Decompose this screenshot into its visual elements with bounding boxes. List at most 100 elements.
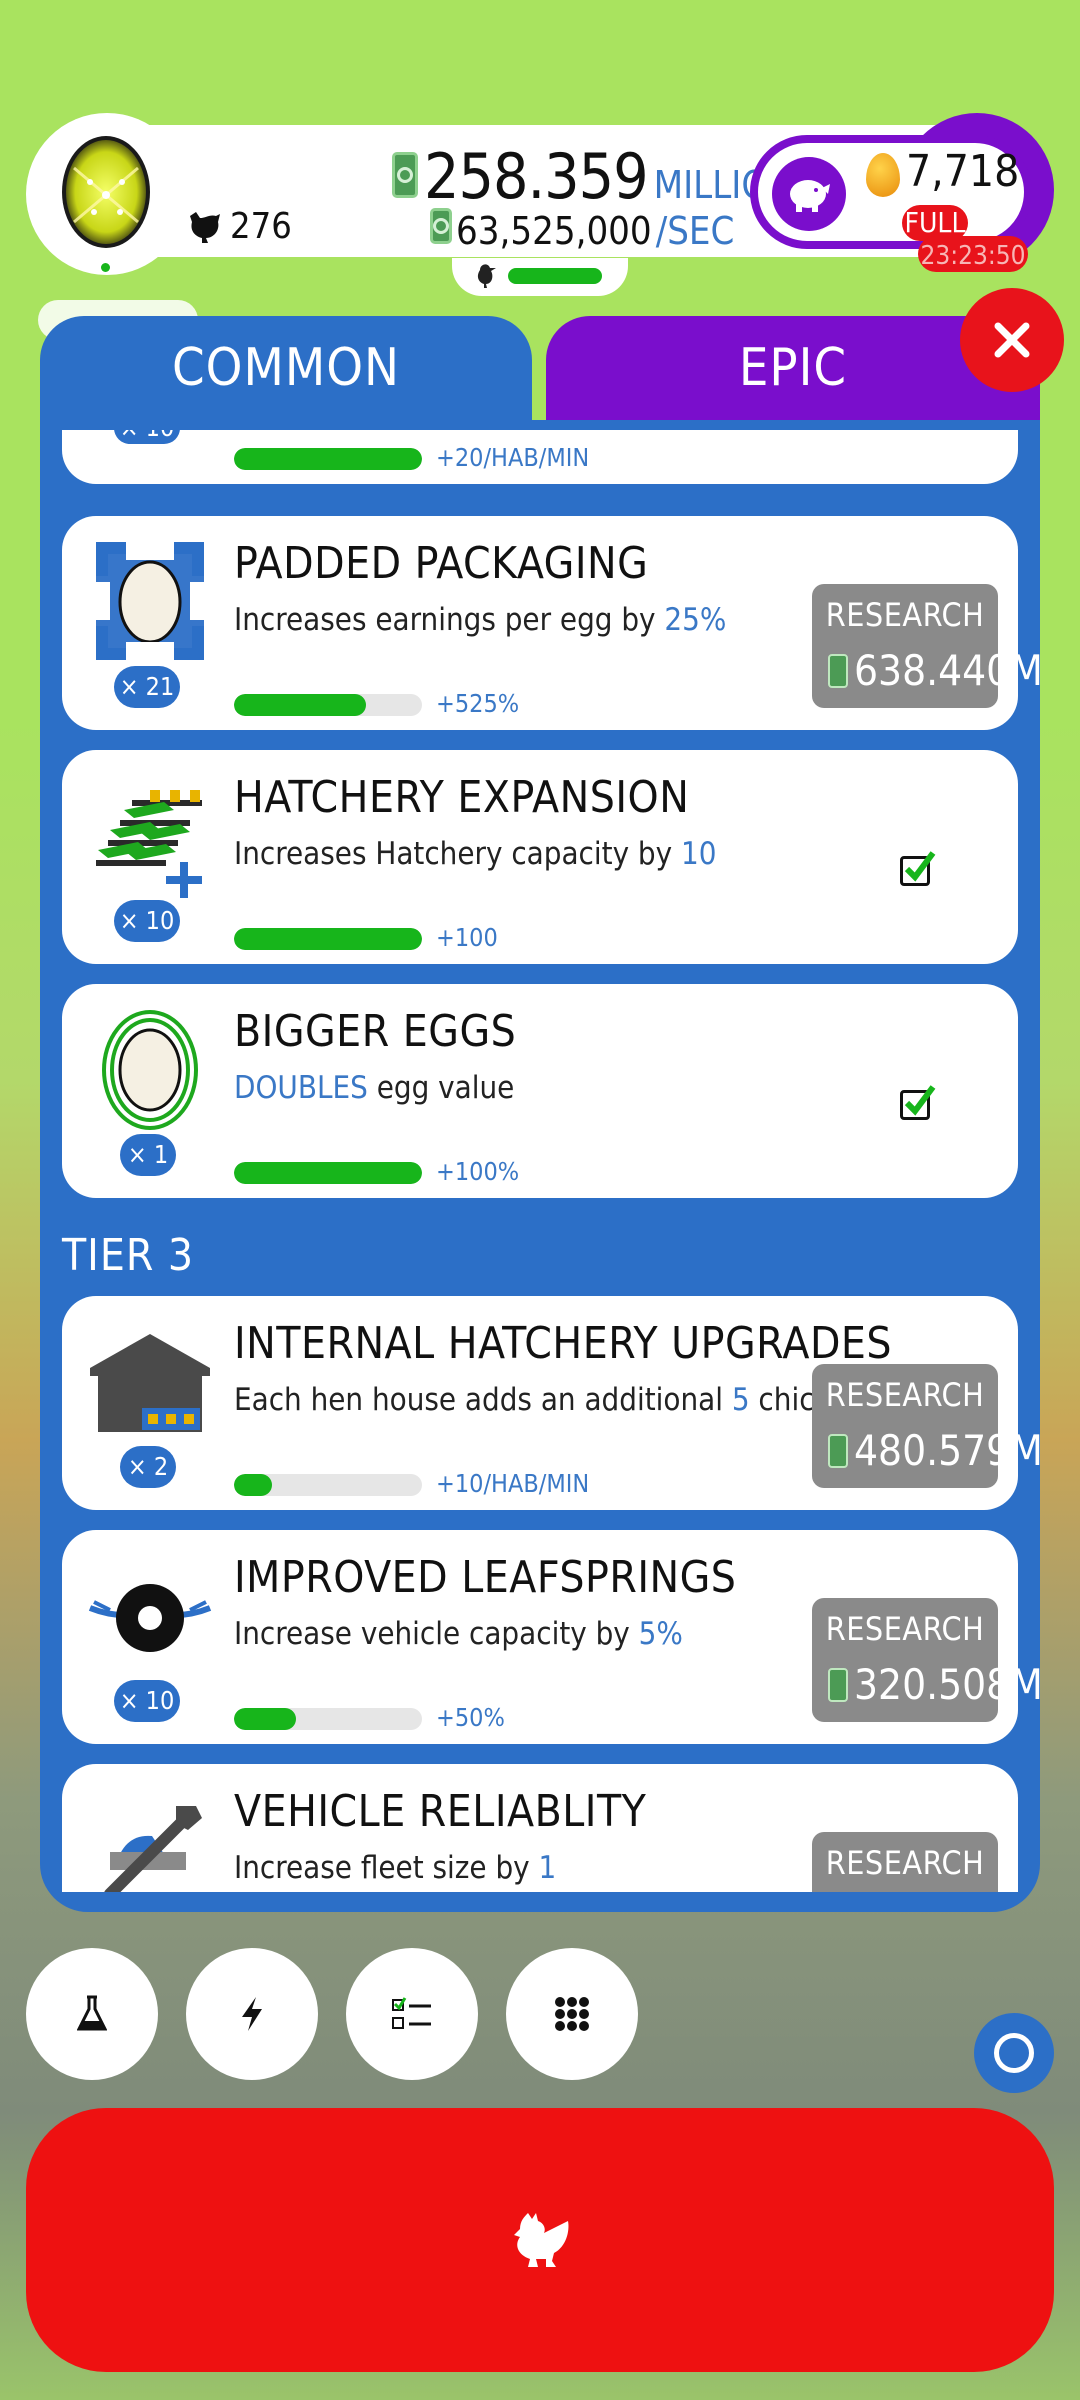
research-description: Increase vehicle capacity by 5% xyxy=(234,1616,683,1652)
tab-common-label[interactable]: COMMON xyxy=(40,338,532,398)
research-card: × 10 IMPROVED LEAFSPRINGS Increase vehic… xyxy=(62,1530,1040,1744)
research-progress xyxy=(234,928,422,950)
research-count-badge: × 2 xyxy=(120,1446,176,1488)
golden-egg-icon xyxy=(866,153,900,197)
checkmark-icon xyxy=(904,1085,936,1116)
cash-icon xyxy=(828,653,848,688)
cash-icon xyxy=(828,1433,848,1468)
research-progress xyxy=(234,1162,422,1184)
research-count-badge: × 10 xyxy=(114,1680,180,1722)
boosts-button[interactable] xyxy=(186,1948,318,2080)
research-button[interactable]: RESEARCH 320.508M xyxy=(812,1598,1040,1722)
research-progress-fill xyxy=(234,1474,272,1496)
research-description: Increases earnings per egg by 25% xyxy=(234,602,726,638)
research-title: VEHICLE RELIABLITY xyxy=(234,1786,647,1837)
research-effect: +20/HAB/MIN xyxy=(436,443,590,472)
research-lab-button[interactable] xyxy=(26,1948,158,2080)
research-progress-fill xyxy=(234,928,422,950)
desc-highlight: DOUBLES xyxy=(234,1070,368,1106)
desc-text: Increases earnings per egg by xyxy=(234,602,665,638)
research-description: DOUBLES egg value xyxy=(234,1070,514,1106)
research-card: VEHICLE RELIABLITY Increase fleet size b… xyxy=(62,1764,1018,1892)
research-progress xyxy=(234,448,422,470)
research-title: INTERNAL HATCHERY UPGRADES xyxy=(234,1318,893,1369)
checkmark-icon xyxy=(904,851,936,882)
close-icon xyxy=(994,322,1030,358)
egg-in-box-icon xyxy=(96,542,204,660)
chicken-icon xyxy=(514,2213,569,2267)
research-effect: +50% xyxy=(436,1703,505,1732)
desc-highlight: 25% xyxy=(664,602,727,638)
hatchery-beds-plus-icon xyxy=(96,790,202,898)
research-title: IMPROVED LEAFSPRINGS xyxy=(234,1552,737,1603)
research-description: Increases Hatchery capacity by 10 xyxy=(234,836,716,872)
research-effect: +100% xyxy=(436,1157,520,1186)
research-cost-value: 320.508M xyxy=(854,1660,1040,1709)
research-title: HATCHERY EXPANSION xyxy=(234,772,690,823)
research-effect: +525% xyxy=(436,689,520,718)
chicken-count: 276 xyxy=(186,206,292,247)
cash-icon xyxy=(430,208,452,244)
cash-icon xyxy=(828,1667,848,1702)
desc-highlight: 10 xyxy=(681,836,717,872)
tier-label: TIER 3 xyxy=(62,1230,195,1281)
income-rate: 63,525,000 /SEC xyxy=(430,208,734,253)
desc-text: Increase fleet size by xyxy=(234,1850,539,1886)
cash-icon xyxy=(392,152,418,198)
checklist-icon xyxy=(392,1997,431,2029)
desc-highlight: 5 xyxy=(731,1382,750,1418)
research-cost-value: 638.440M xyxy=(854,646,1040,695)
desc-text: egg value xyxy=(367,1070,515,1106)
hatch-chicken-button[interactable] xyxy=(26,2108,1054,2372)
grid-icon xyxy=(555,1997,589,2031)
big-egg-icon xyxy=(102,1010,198,1130)
research-progress xyxy=(234,1474,422,1496)
research-button[interactable]: RESEARCH xyxy=(812,1832,998,1892)
research-count-badge: × 10 xyxy=(114,900,180,942)
research-count-badge: × 10 xyxy=(114,430,180,444)
research-effect: +100 xyxy=(436,923,498,952)
chicken-count-value: 276 xyxy=(230,206,292,247)
income-rate-unit: /SEC xyxy=(655,209,735,253)
glowing-egg-icon xyxy=(62,136,150,248)
research-progress xyxy=(234,1708,422,1730)
piggy-bank-icon[interactable] xyxy=(772,157,846,231)
missions-button[interactable] xyxy=(346,1948,478,2080)
research-list[interactable]: × 10 +20/HAB/MIN × 2 1 PADDED PACKAGING I… xyxy=(40,430,1040,1892)
research-complete-checkbox xyxy=(900,1085,936,1120)
desc-highlight: 1 xyxy=(538,1850,557,1886)
close-button[interactable] xyxy=(960,288,1064,392)
research-progress-fill xyxy=(234,448,422,470)
desc-text: Increases Hatchery capacity by xyxy=(234,836,681,872)
research-button[interactable]: RESEARCH 638.440M xyxy=(812,584,1040,708)
research-card-partial: × 10 +20/HAB/MIN xyxy=(62,430,1018,484)
piggy-timer-badge: 23:23:50 xyxy=(918,236,1028,272)
desc-text: Each hen house adds an additional xyxy=(234,1382,732,1418)
desc-text: Increase vehicle capacity by xyxy=(234,1616,639,1652)
research-cost-value: 480.579M xyxy=(854,1426,1040,1475)
help-button[interactable] xyxy=(974,2013,1054,2093)
research-card: × 1 BIGGER EGGS DOUBLES egg value +100% xyxy=(62,984,1018,1198)
research-cost: 638.440M xyxy=(828,646,1040,695)
research-progress-fill xyxy=(234,1162,422,1184)
research-count-badge: × 1 xyxy=(120,1134,176,1176)
research-cost: 480.579M xyxy=(828,1426,1040,1475)
desc-highlight: 5% xyxy=(638,1616,683,1652)
research-button[interactable]: RESEARCH 480.579M xyxy=(812,1364,1040,1488)
research-button-label: RESEARCH xyxy=(825,1844,985,1882)
menu-button[interactable] xyxy=(506,1948,638,2080)
research-title: PADDED PACKAGING xyxy=(234,538,649,589)
research-title: BIGGER EGGS xyxy=(234,1006,517,1057)
hen-house-icon xyxy=(90,1334,210,1432)
wrench-vehicle-icon xyxy=(104,1806,202,1892)
lightning-icon xyxy=(242,1997,262,2031)
egg-status-dot xyxy=(101,263,110,272)
golden-egg-count: 7,718 xyxy=(906,146,1020,197)
research-button-label: RESEARCH xyxy=(825,596,985,634)
research-progress xyxy=(234,694,422,716)
research-progress-fill xyxy=(234,694,366,716)
research-card: × 2 INTERNAL HATCHERY UPGRADES Each hen … xyxy=(62,1296,1040,1510)
flask-icon xyxy=(77,1995,107,2031)
research-button-label: RESEARCH xyxy=(825,1376,985,1414)
chicken-icon xyxy=(190,211,220,243)
